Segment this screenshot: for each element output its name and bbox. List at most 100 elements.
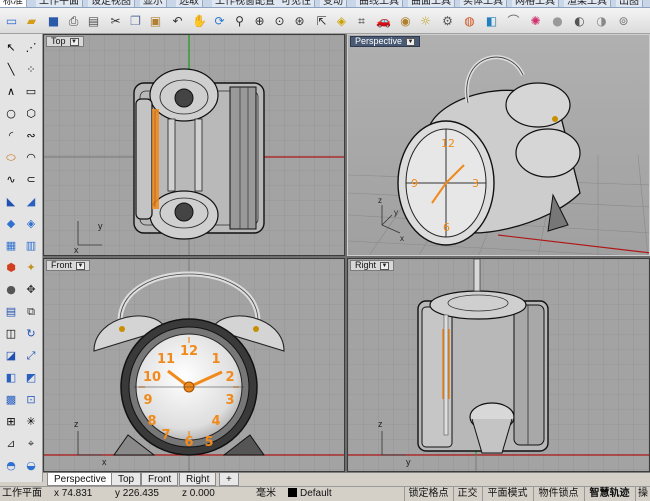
properties-icon[interactable]: ◈ xyxy=(332,11,351,30)
zoom-icon[interactable]: ⚲ xyxy=(230,11,249,30)
helix-icon[interactable]: ∾ xyxy=(22,126,40,144)
material-icon[interactable]: ◍ xyxy=(460,11,479,30)
analyze-icon[interactable]: ⌖ xyxy=(22,434,40,452)
curve-icon[interactable]: ⌒ xyxy=(504,11,523,30)
more-icon[interactable]: ◑ xyxy=(592,11,611,30)
ribbon-tab-render-tools[interactable]: 渲染工具 xyxy=(564,0,611,7)
ribbon-tab-layout[interactable]: 出图 xyxy=(616,0,643,7)
ribbon-tab-surface-tools[interactable]: 曲面工具 xyxy=(408,0,455,7)
light-icon[interactable]: ✦ xyxy=(22,258,40,276)
line-icon[interactable]: ╲ xyxy=(2,60,20,78)
status-smarttrack-button[interactable]: 智慧轨迹 xyxy=(584,487,634,501)
scale-icon[interactable]: ⤢ xyxy=(22,346,40,364)
ribbon-tab-set-view[interactable]: 设定视图 xyxy=(88,0,135,7)
polyline-icon[interactable]: ∧ xyxy=(2,82,20,100)
arc-icon[interactable]: ◜ xyxy=(2,126,20,144)
explode-icon[interactable]: ✳ xyxy=(22,412,40,430)
render-icon[interactable]: ◉ xyxy=(396,11,415,30)
options-icon[interactable]: ⚙ xyxy=(438,11,457,30)
rotate-icon[interactable]: ↻ xyxy=(22,324,40,342)
ribbon-tab-transform[interactable]: 变动 xyxy=(320,0,347,7)
env-sphere-icon[interactable]: ◐ xyxy=(570,11,589,30)
rectangle-icon[interactable]: ▭ xyxy=(22,82,40,100)
trim-icon[interactable]: ◪ xyxy=(2,346,20,364)
undo-icon[interactable]: ↶ xyxy=(168,11,187,30)
dimension-icon[interactable]: ⊿ xyxy=(2,434,20,452)
status-planar-button[interactable]: 平面模式 xyxy=(482,487,532,501)
new-file-icon[interactable]: ▭ xyxy=(2,11,21,30)
point-icon[interactable]: ⁘ xyxy=(22,60,40,78)
car-icon[interactable]: 🚗 xyxy=(374,11,393,30)
fillet-curve-icon[interactable]: ◣ xyxy=(2,192,20,210)
add-viewport-tab-button[interactable]: + xyxy=(219,473,239,486)
cut-icon[interactable]: ✂ xyxy=(106,11,125,30)
freeform-curve-icon[interactable]: ∿ xyxy=(2,170,20,188)
rotate-view-icon[interactable]: ⟳ xyxy=(210,11,229,30)
ribbon-tab-curve-tools[interactable]: 曲线工具 xyxy=(356,0,403,7)
import-icon[interactable]: ▤ xyxy=(84,11,103,30)
ribbon-tab-solid-tools[interactable]: 实体工具 xyxy=(460,0,507,7)
mirror-icon[interactable]: ◩ xyxy=(22,368,40,386)
chevron-down-icon[interactable]: ▼ xyxy=(76,261,86,270)
chevron-down-icon[interactable]: ▼ xyxy=(380,261,390,270)
toolbar-extra-icon[interactable]: ⊚ xyxy=(614,11,633,30)
offset-icon[interactable]: ⊂ xyxy=(22,170,40,188)
status-layer[interactable]: Default xyxy=(286,487,386,501)
paste-icon[interactable]: ▣ xyxy=(146,11,165,30)
ellipse-icon[interactable]: ⬭ xyxy=(2,148,20,166)
print-icon[interactable]: ⎙ xyxy=(64,11,83,30)
select-icon[interactable]: ⇱ xyxy=(312,11,331,30)
viewport-perspective[interactable]: Perspective ▼ 12 3 6 9 z y x xyxy=(347,34,650,256)
zoom-extents-icon[interactable]: ⊙ xyxy=(270,11,289,30)
join-icon[interactable]: ⊡ xyxy=(22,390,40,408)
ribbon-tab-select[interactable]: 选取 xyxy=(176,0,203,7)
cylinder-icon[interactable]: ▥ xyxy=(22,236,40,254)
ribbon-tab-mesh-tools[interactable]: 网格工具 xyxy=(512,0,559,7)
polygon-icon[interactable]: ⬡ xyxy=(22,104,40,122)
status-gumball-button[interactable]: 操 xyxy=(635,487,650,501)
text-icon[interactable]: ◠ xyxy=(22,148,40,166)
viewport-right[interactable]: Right ▼ z y xyxy=(347,258,650,472)
status-cplane[interactable]: 工作平面 xyxy=(0,487,46,501)
viewport-title-front[interactable]: Front ▼ xyxy=(46,260,91,271)
open-file-icon[interactable]: ▰ xyxy=(22,11,41,30)
loft-icon[interactable]: ◢ xyxy=(22,192,40,210)
chevron-down-icon[interactable]: ▼ xyxy=(406,37,416,46)
viewport-title-perspective[interactable]: Perspective ▼ xyxy=(350,36,421,47)
viewport-title-top[interactable]: Top ▼ xyxy=(46,36,84,47)
select-points-icon[interactable]: ↖ xyxy=(2,38,20,56)
status-grid-snap-button[interactable]: 锁定格点 xyxy=(404,487,452,501)
box-icon[interactable]: ▦ xyxy=(2,236,20,254)
viewport-front[interactable]: Front ▼ 12 1 2 3 4 5 6 7 8 9 10 11 z x xyxy=(43,258,345,472)
tab-top[interactable]: Top xyxy=(111,473,142,486)
mesh-icon[interactable]: ⬢ xyxy=(2,258,20,276)
tab-right[interactable]: Right xyxy=(179,473,217,486)
pan-icon[interactable]: ✋ xyxy=(190,11,209,30)
copy-object-icon[interactable]: ⧉ xyxy=(22,302,40,320)
chevron-down-icon[interactable]: ▼ xyxy=(69,37,79,46)
copy-icon[interactable]: ❐ xyxy=(126,11,145,30)
move-icon[interactable]: ✥ xyxy=(22,280,40,298)
layers-icon[interactable]: ◧ xyxy=(482,11,501,30)
viewport-title-right[interactable]: Right ▼ xyxy=(350,260,395,271)
zoom-selected-icon[interactable]: ⊛ xyxy=(290,11,309,30)
color-wheel-icon[interactable]: ✺ xyxy=(526,11,545,30)
lightbulb-icon[interactable]: ☼ xyxy=(416,11,435,30)
zoom-window-icon[interactable]: ⊕ xyxy=(250,11,269,30)
ribbon-tab-visibility[interactable]: 可见性 xyxy=(278,0,315,7)
save-icon[interactable]: ■ xyxy=(44,11,63,30)
tab-perspective[interactable]: Perspective xyxy=(47,473,114,486)
array-icon[interactable]: ⊞ xyxy=(2,412,20,430)
circle-icon[interactable]: ○ xyxy=(2,104,20,122)
render-preview-icon[interactable]: ◓ xyxy=(2,456,20,474)
ribbon-tab-standard[interactable]: 标准 xyxy=(0,0,27,7)
surface-icon[interactable]: ◆ xyxy=(2,214,20,232)
split-icon[interactable]: ◧ xyxy=(2,368,20,386)
ribbon-tab-viewport-layout[interactable]: 工作视窗配置 xyxy=(212,0,279,7)
extrude-icon[interactable]: ▤ xyxy=(2,302,20,320)
viewport-top[interactable]: Top ▼ y x xyxy=(43,34,345,256)
status-osnap-button[interactable]: 物件锁点 xyxy=(533,487,583,501)
status-ortho-button[interactable]: 正交 xyxy=(453,487,481,501)
sphere-icon[interactable]: ● xyxy=(548,11,567,30)
ribbon-tab-display[interactable]: 显示 xyxy=(140,0,167,7)
